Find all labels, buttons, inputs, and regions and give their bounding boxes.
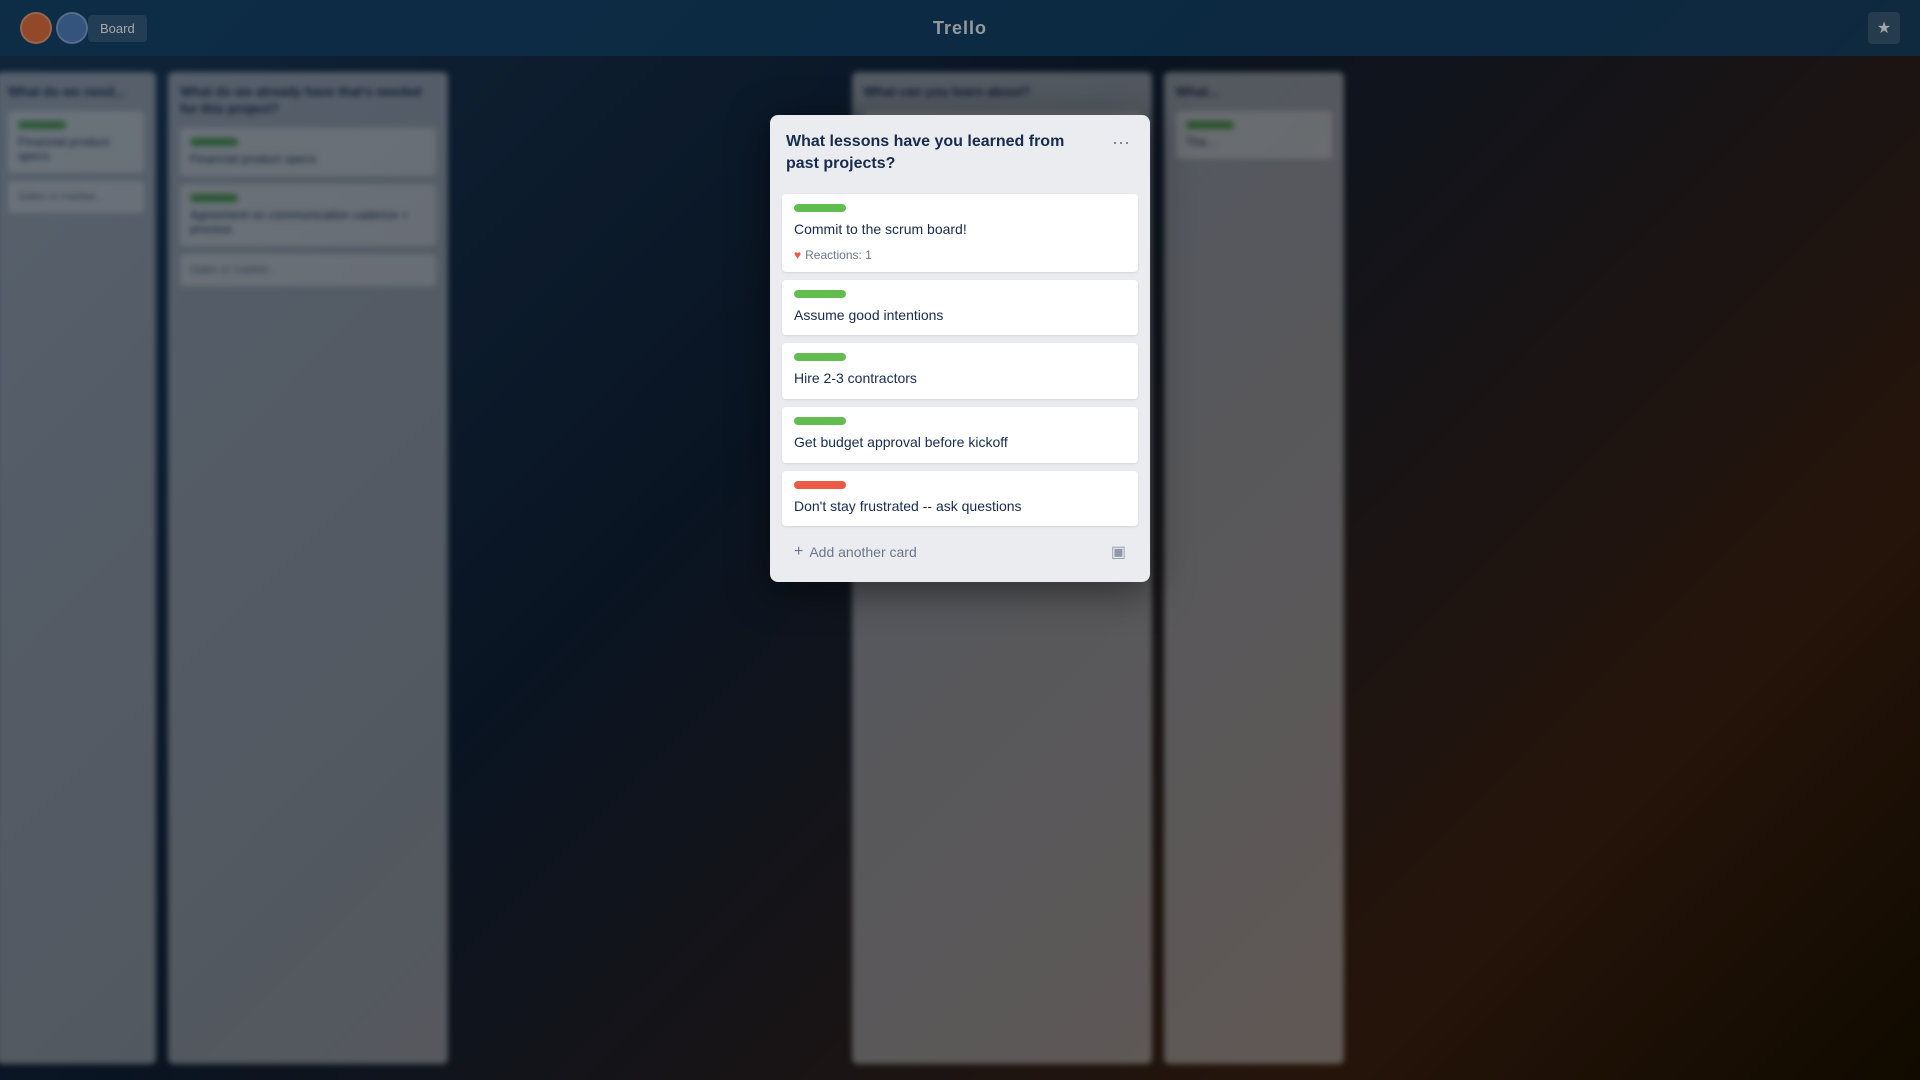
bg-label	[190, 194, 238, 202]
card-reactions: ♥ Reactions: 1	[794, 248, 1126, 262]
card-label-green	[794, 417, 846, 425]
board-button[interactable]: Board	[88, 15, 147, 42]
card-dont-stay-frustrated[interactable]: Don't stay frustrated -- ask questions	[782, 471, 1138, 527]
column-menu-button[interactable]: ···	[1108, 131, 1134, 153]
heart-icon: ♥	[794, 248, 801, 262]
card-assume-good[interactable]: Assume good intentions	[782, 280, 1138, 336]
add-card-button[interactable]: + Add another card ▣	[782, 534, 1138, 570]
navbar-right: ★	[1868, 12, 1900, 44]
bg-col-left: What do we need... Financial product spe…	[0, 72, 156, 1064]
app-logo: Trello	[933, 18, 987, 39]
avatar	[20, 12, 52, 44]
column-title: What lessons have you learned from past …	[786, 131, 1108, 174]
card-label-green	[794, 290, 846, 298]
card-commit-scrum[interactable]: Commit to the scrum board! ♥ Reactions: …	[782, 194, 1138, 272]
add-card-left: + Add another card	[794, 543, 917, 561]
card-title: Hire 2-3 contractors	[794, 369, 1126, 389]
card-label-green	[794, 204, 846, 212]
card-label-green	[794, 353, 846, 361]
bg-card-text: Agreement on communication cadence + pro…	[190, 208, 426, 236]
card-hire-contractors[interactable]: Hire 2-3 contractors	[782, 343, 1138, 399]
bg-label	[18, 121, 66, 129]
card-title: Don't stay frustrated -- ask questions	[794, 497, 1126, 517]
bg-card: Financial product specs	[8, 111, 144, 173]
bg-card-text: Sales or market...	[190, 264, 426, 276]
add-card-label: Add another card	[809, 544, 916, 560]
bg-col-title: What do we already have that's needed fo…	[180, 84, 436, 118]
focused-column: What lessons have you learned from past …	[770, 115, 1150, 582]
bg-card: Agreement on communication cadence + pro…	[180, 184, 436, 246]
reactions-count: Reactions: 1	[805, 248, 872, 262]
card-title: Assume good intentions	[794, 306, 1126, 326]
column-header: What lessons have you learned from past …	[782, 127, 1138, 182]
bg-col-title: What do we need...	[8, 84, 144, 101]
plus-icon: +	[794, 543, 803, 561]
card-title: Get budget approval before kickoff	[794, 433, 1126, 453]
bg-card-text: The...	[1186, 135, 1322, 149]
bg-label	[1186, 121, 1234, 129]
bg-card-text: Financial product specs	[18, 135, 134, 163]
bg-card-text: Financial product specs	[190, 152, 426, 166]
bg-col-second: What do we already have that's needed fo…	[168, 72, 448, 1064]
template-icon: ▣	[1111, 542, 1126, 562]
bg-label	[190, 138, 238, 146]
avatar-group	[20, 12, 88, 44]
bg-col-title: What...	[1176, 84, 1332, 101]
card-title: Commit to the scrum board!	[794, 220, 1126, 240]
card-label-red	[794, 481, 846, 489]
bg-col-fifth: What... The...	[1164, 72, 1344, 1064]
bg-card: Sales or market...	[180, 254, 436, 286]
bg-col-title: What can you learn about?	[864, 84, 1140, 101]
bg-card: Sales or market...	[8, 181, 144, 213]
bg-card: The...	[1176, 111, 1332, 159]
card-budget-approval[interactable]: Get budget approval before kickoff	[782, 407, 1138, 463]
navbar: Board Trello ★	[0, 0, 1920, 56]
avatar	[56, 12, 88, 44]
star-action[interactable]: ★	[1868, 12, 1900, 44]
bg-card-text: Sales or market...	[18, 191, 134, 203]
bg-card: Financial product specs	[180, 128, 436, 176]
